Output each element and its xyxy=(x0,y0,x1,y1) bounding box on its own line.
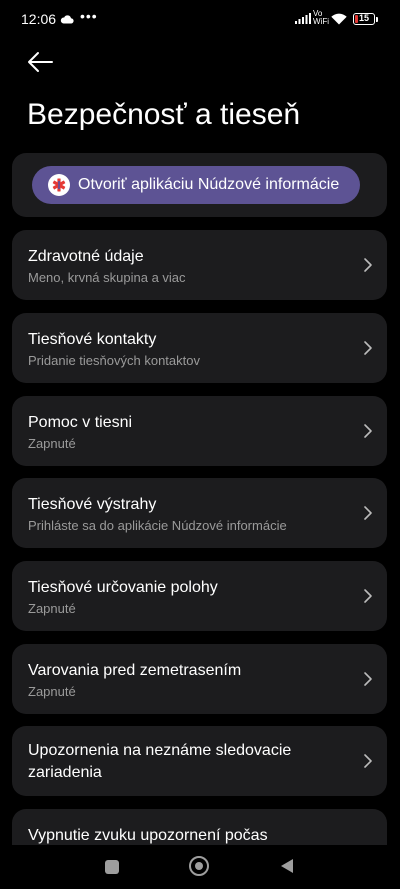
signal-bars-icon xyxy=(295,13,311,24)
recents-button[interactable] xyxy=(105,860,119,874)
chevron-right-icon xyxy=(364,589,372,603)
list-item-emergency-alerts[interactable]: Tiesňové výstrahy Prihláste sa do apliká… xyxy=(12,478,387,548)
navigation-bar xyxy=(0,845,400,889)
status-bar: 12:06 ••• Vo WiFi 15 xyxy=(0,0,400,40)
vowifi-indicator: Vo WiFi xyxy=(313,9,329,26)
list-item-emergency-contacts[interactable]: Tiesňové kontakty Pridanie tiesňových ko… xyxy=(12,313,387,383)
battery-tip xyxy=(376,17,378,22)
list-item-title: Pomoc v tiesni xyxy=(28,414,133,431)
list-item-subtitle: Prihláste sa do aplikácie Núdzové inform… xyxy=(28,518,287,533)
more-notifications-icon: ••• xyxy=(80,8,98,24)
list-item-subtitle: Zapnuté xyxy=(28,601,76,616)
page-title: Bezpečnosť a tieseň xyxy=(27,98,301,131)
chevron-right-icon xyxy=(364,672,372,686)
open-emergency-info-button[interactable]: Otvoriť aplikáciu Núdzové informácie xyxy=(32,166,360,204)
list-item-emergency-sos[interactable]: Pomoc v tiesni Zapnuté xyxy=(12,396,387,466)
chevron-right-icon xyxy=(364,506,372,520)
list-item-subtitle: Zapnuté xyxy=(28,436,76,451)
list-item-title: Vypnutie zvuku upozornení počas xyxy=(28,827,268,844)
list-item-subtitle: Zapnuté xyxy=(28,684,76,699)
list-item-title-line1: Upozornenia na neznáme sledovacie xyxy=(28,742,292,759)
back-triangle-icon[interactable] xyxy=(280,858,294,874)
chevron-right-icon xyxy=(364,754,372,768)
list-item-subtitle: Meno, krvná skupina a viac xyxy=(28,270,186,285)
list-item-title: Tiesňové kontakty xyxy=(28,331,157,348)
list-item-unknown-tracker-alerts[interactable]: Upozornenia na neznáme sledovacie zariad… xyxy=(12,726,387,796)
home-button[interactable] xyxy=(189,856,209,876)
arrow-left-icon[interactable] xyxy=(26,50,54,74)
cloud-icon xyxy=(60,15,74,24)
battery-percent: 15 xyxy=(358,13,369,23)
list-item-title: Tiesňové výstrahy xyxy=(28,496,157,513)
chevron-right-icon xyxy=(364,424,372,438)
list-item-title-line2: zariadenia xyxy=(28,764,102,781)
chevron-right-icon xyxy=(364,258,372,272)
battery-icon: 15 xyxy=(353,13,375,25)
list-item-title: Varovania pred zemetrasením xyxy=(28,662,242,679)
chevron-right-icon xyxy=(364,341,372,355)
emergency-info-card: Otvoriť aplikáciu Núdzové informácie xyxy=(12,153,387,217)
list-item-emergency-location[interactable]: Tiesňové určovanie polohy Zapnuté xyxy=(12,561,387,631)
list-item-earthquake-alerts[interactable]: Varovania pred zemetrasením Zapnuté xyxy=(12,644,387,714)
list-item-title: Tiesňové určovanie polohy xyxy=(28,579,218,596)
list-item-title: Zdravotné údaje xyxy=(28,248,144,265)
wifi-icon xyxy=(331,13,347,25)
emergency-star-of-life-icon xyxy=(48,174,70,196)
list-item-subtitle: Pridanie tiesňových kontaktov xyxy=(28,353,200,368)
open-emergency-info-label: Otvoriť aplikáciu Núdzové informácie xyxy=(78,176,340,193)
list-item-medical-info[interactable]: Zdravotné údaje Meno, krvná skupina a vi… xyxy=(12,230,387,300)
status-time: 12:06 xyxy=(21,11,57,27)
